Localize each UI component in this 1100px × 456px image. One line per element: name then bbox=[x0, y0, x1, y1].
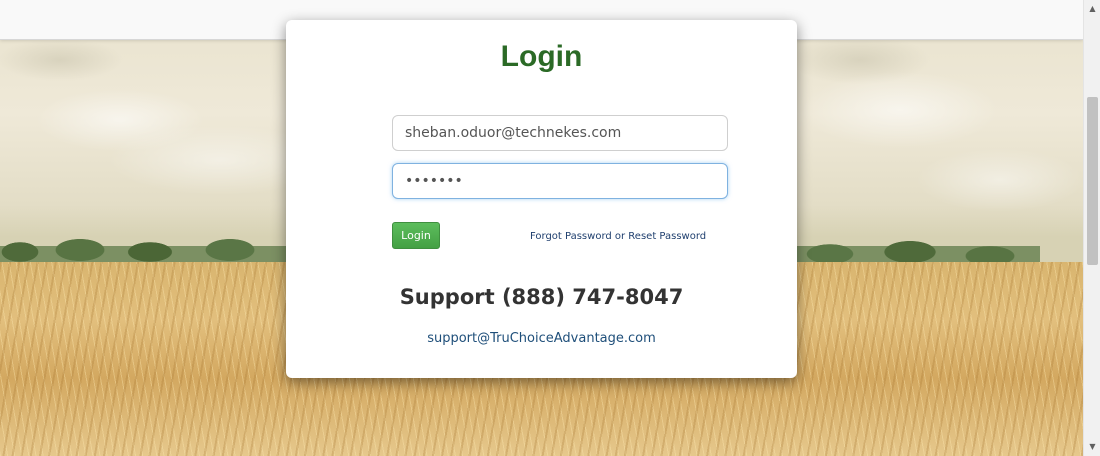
support-phone: Support (888) 747-8047 bbox=[399, 285, 684, 309]
email-field[interactable] bbox=[392, 115, 728, 151]
scroll-down-icon[interactable]: ▼ bbox=[1084, 440, 1100, 454]
password-field[interactable] bbox=[392, 163, 728, 199]
support-email-link[interactable]: support@TruChoiceAdvantage.com bbox=[286, 331, 797, 346]
login-title: Login bbox=[500, 40, 583, 73]
scrollbar-thumb[interactable] bbox=[1087, 97, 1098, 265]
login-card: Login Login Forgot Password or Reset Pas… bbox=[286, 20, 797, 378]
scroll-up-icon[interactable]: ▲ bbox=[1084, 2, 1100, 16]
login-button[interactable]: Login bbox=[392, 222, 440, 249]
vertical-scrollbar[interactable]: ▲ ▼ bbox=[1083, 0, 1100, 456]
forgot-password-link[interactable]: Forgot Password or Reset Password bbox=[530, 231, 706, 242]
